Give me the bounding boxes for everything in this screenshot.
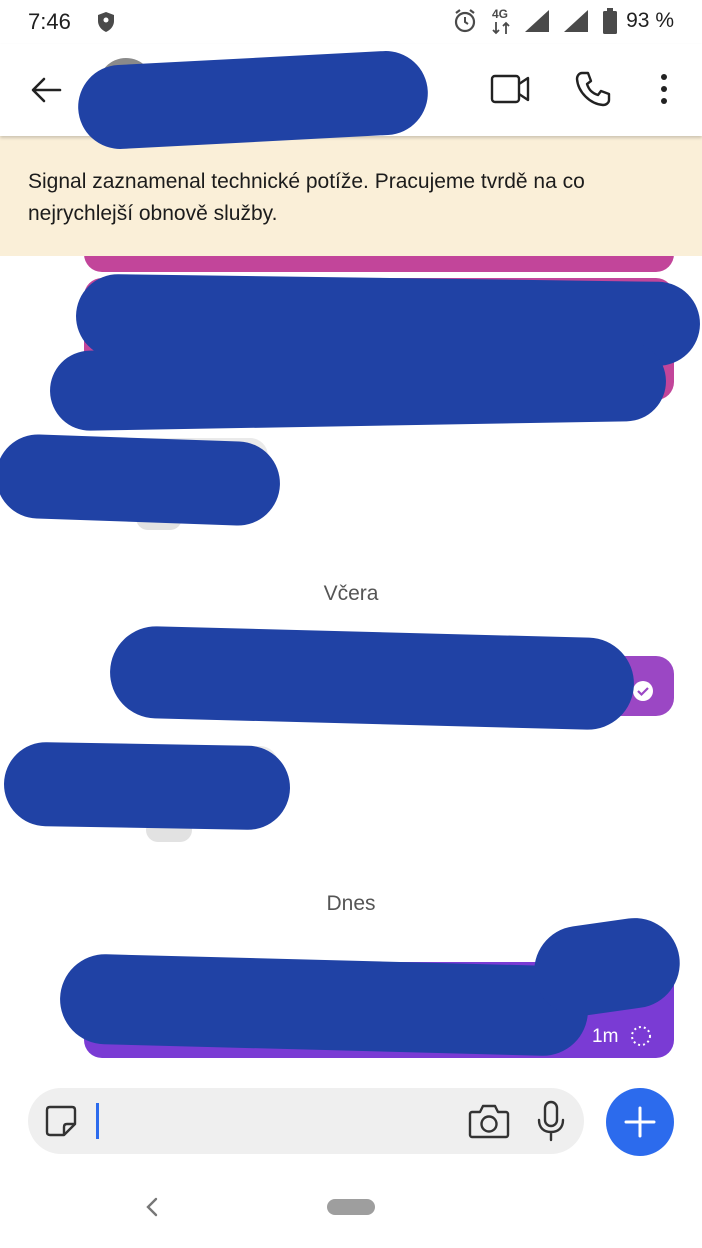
sticker-icon[interactable] [44, 1104, 78, 1138]
sending-status-icon [631, 1026, 651, 1046]
banner-text: Signal zaznamenal technické potíže. Prac… [28, 170, 585, 225]
back-arrow-icon[interactable] [28, 72, 64, 108]
plus-icon[interactable] [622, 1104, 658, 1140]
text-cursor [96, 1103, 99, 1139]
read-receipt-icon [633, 681, 653, 701]
network-type-label: 4G [492, 7, 509, 21]
video-call-icon[interactable] [490, 72, 530, 106]
date-separator-today: Dnes [326, 892, 376, 915]
redacted-message [0, 433, 282, 527]
redacted-message [3, 741, 291, 831]
battery-percent: 93 % [626, 9, 674, 32]
redacted-message [58, 953, 590, 1057]
signal-strength-2-icon [564, 10, 588, 32]
data-arrows-icon [492, 21, 510, 35]
status-time: 7:46 [28, 9, 71, 34]
signal-strength-icon [525, 10, 549, 32]
more-options-icon[interactable] [658, 72, 670, 106]
nav-back-icon[interactable] [144, 1196, 160, 1218]
shield-icon [98, 12, 114, 32]
home-pill[interactable] [327, 1199, 375, 1215]
redacted-message [108, 625, 636, 731]
battery-icon [603, 8, 617, 34]
camera-icon[interactable] [468, 1102, 510, 1140]
alarm-icon [454, 9, 476, 33]
voice-call-icon[interactable] [574, 70, 612, 108]
date-separator-yesterday: Včera [323, 582, 379, 605]
microphone-icon[interactable] [536, 1100, 566, 1142]
message-time: 1m [592, 1026, 619, 1047]
redacted-message [49, 340, 667, 432]
